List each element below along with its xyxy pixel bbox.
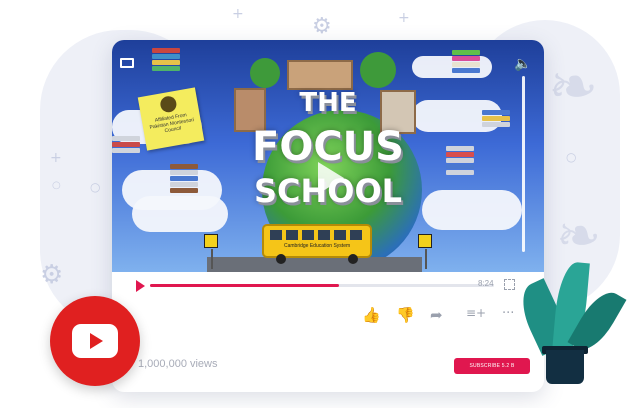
screen-cast-icon[interactable]: [120, 58, 134, 68]
thumbs-up-icon: 👍: [362, 306, 381, 324]
play-button[interactable]: [136, 280, 145, 292]
volume-icon[interactable]: 🔈: [514, 56, 531, 72]
share-button[interactable]: ➦: [430, 306, 443, 324]
tree: [360, 52, 396, 88]
school-building: [287, 60, 353, 90]
subscribe-button[interactable]: SUBSCRIBE 5.2 B: [454, 358, 530, 374]
view-count: 1,000,000 views: [138, 358, 218, 370]
bus-text: Cambridge Education System: [284, 243, 351, 249]
road: [207, 257, 422, 272]
like-button[interactable]: 👍: [362, 306, 381, 324]
youtube-logo: [50, 296, 140, 386]
playlist-add-icon: ≡+: [466, 306, 487, 320]
progress-row: 8:24: [112, 278, 544, 294]
volume-slider[interactable]: [522, 76, 525, 252]
thumbs-down-icon: 👎: [396, 306, 415, 324]
dislike-button[interactable]: 👎: [396, 306, 415, 324]
council-seal-icon: [159, 94, 178, 114]
more-icon: ···: [502, 306, 515, 321]
leaf-decoration-icon: ❧: [556, 204, 602, 267]
progress-bar[interactable]: [150, 284, 494, 287]
books-stack: [152, 48, 180, 72]
progress-fill: [150, 284, 340, 287]
affiliation-text: Affiliated From Pakistan Montessori Coun…: [149, 112, 195, 135]
video-thumbnail[interactable]: THE FOCUS SCHOOL Affiliated From Pakista…: [112, 40, 544, 272]
add-to-playlist-button[interactable]: ≡+: [466, 306, 486, 320]
gear-icon: ⚙: [312, 14, 332, 39]
books-stack: [452, 50, 480, 74]
school-bus: Cambridge Education System: [262, 224, 372, 264]
video-player-card: THE FOCUS SCHOOL Affiliated From Pakista…: [112, 40, 544, 392]
plant-pot: [546, 350, 584, 384]
school-sign-icon: [204, 234, 218, 269]
circle-icon: ○: [52, 180, 61, 191]
leaf-decoration-icon: ❧: [548, 52, 599, 122]
fullscreen-icon[interactable]: [504, 279, 515, 290]
youtube-play-icon: [72, 324, 118, 358]
more-button[interactable]: ···: [502, 306, 514, 321]
school-sign-icon: [418, 234, 432, 269]
plus-icon: +: [50, 150, 62, 166]
affiliation-badge: Affiliated From Pakistan Montessori Coun…: [137, 87, 205, 151]
gear-icon: ⚙: [40, 260, 64, 290]
tree: [250, 58, 280, 88]
time-label: 8:24: [478, 279, 494, 288]
plus-icon: +: [398, 10, 410, 26]
plus-icon: +: [232, 6, 244, 22]
play-overlay-icon[interactable]: [318, 162, 344, 194]
circle-icon: ○: [90, 180, 101, 194]
circle-icon: ○: [566, 150, 577, 164]
share-icon: ➦: [430, 306, 443, 324]
